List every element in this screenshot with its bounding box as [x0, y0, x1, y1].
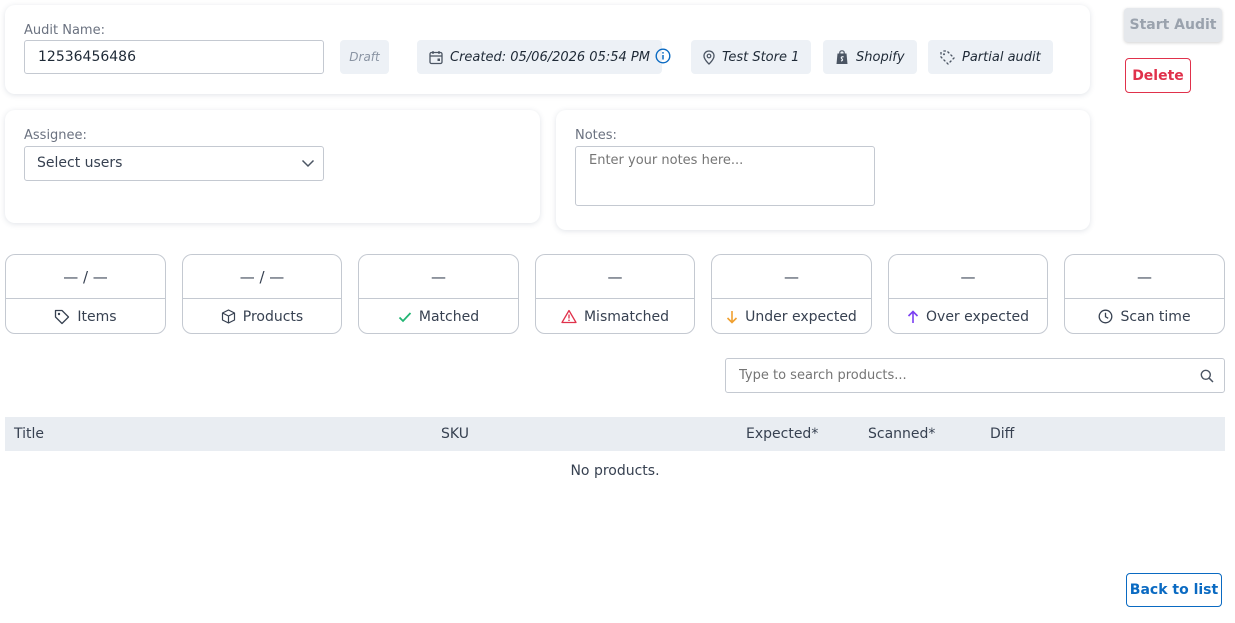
- check-icon: [398, 311, 412, 322]
- platform-text: Shopify: [856, 49, 905, 65]
- created-date-chip: Created: 05/06/2026 05:54 PM: [417, 40, 662, 74]
- stat-mismatched-label: Mismatched: [583, 308, 670, 325]
- partial-tag-icon: [940, 49, 955, 65]
- arrow-down-icon: [727, 310, 738, 324]
- chevron-down-icon: [301, 159, 315, 168]
- assignee-select[interactable]: Select users: [24, 146, 324, 181]
- stat-items-label: Items: [77, 308, 117, 325]
- notes-card: Notes:: [556, 110, 1090, 230]
- stat-mismatched: — Mismatched: [535, 254, 695, 334]
- location-pin-icon: [703, 49, 715, 65]
- stat-products-value: — / —: [183, 255, 341, 299]
- arrow-up-icon: [907, 309, 919, 323]
- audit-name-label: Audit Name:: [24, 23, 105, 38]
- stat-matched-label: Matched: [418, 308, 480, 325]
- stat-mismatched-value: —: [536, 255, 694, 299]
- audit-type-text: Partial audit: [962, 49, 1041, 65]
- info-icon[interactable]: [655, 48, 671, 64]
- store-name-text: Test Store 1: [722, 49, 800, 65]
- column-header-title[interactable]: Title: [14, 417, 44, 451]
- stat-scan-time-value: —: [1065, 255, 1224, 299]
- stat-scan-time-label: Scan time: [1120, 308, 1191, 325]
- product-search-input[interactable]: [727, 360, 1187, 391]
- stat-under-expected-value: —: [712, 255, 871, 299]
- audit-name-input[interactable]: [24, 40, 324, 74]
- store-chip: Test Store 1: [691, 40, 812, 74]
- column-header-scanned[interactable]: Scanned*: [868, 417, 935, 451]
- empty-table-message: No products.: [570, 463, 660, 479]
- back-to-list-button[interactable]: Back to list: [1126, 573, 1222, 607]
- column-header-sku[interactable]: SKU: [441, 417, 469, 451]
- stat-items-value: — / —: [6, 255, 165, 299]
- tag-icon: [55, 309, 70, 324]
- created-date-text: Created: 05/06/2026 05:54 PM: [450, 49, 650, 65]
- platform-chip: Shopify: [823, 40, 917, 74]
- start-audit-button[interactable]: Start Audit: [1124, 8, 1222, 42]
- audit-header-card: Audit Name: Draft Created: 05/06/2026 05…: [5, 5, 1090, 94]
- status-badge: Draft: [340, 40, 389, 74]
- column-header-expected[interactable]: Expected*: [746, 417, 818, 451]
- stat-under-expected-label: Under expected: [745, 308, 857, 325]
- clock-icon: [1098, 309, 1113, 324]
- shopify-bag-icon: [836, 50, 848, 64]
- box-icon: [221, 309, 235, 324]
- stat-over-expected-label: Over expected: [926, 308, 1029, 325]
- stat-matched-value: —: [359, 255, 518, 299]
- assignee-label: Assignee:: [24, 128, 87, 143]
- stat-products-label: Products: [242, 308, 304, 325]
- delete-button[interactable]: Delete: [1125, 58, 1191, 93]
- stat-under-expected: — Under expected: [711, 254, 872, 334]
- assignee-select-value: Select users: [37, 155, 123, 171]
- calendar-icon: [429, 50, 443, 64]
- stat-items: — / — Items: [5, 254, 166, 334]
- notes-textarea[interactable]: [575, 146, 875, 206]
- stat-matched: — Matched: [358, 254, 519, 334]
- product-search-box: [725, 358, 1225, 393]
- audit-type-chip: Partial audit: [928, 40, 1053, 74]
- assignee-card: Assignee: Select users: [5, 110, 540, 223]
- stat-over-expected-value: —: [889, 255, 1047, 299]
- products-table: Title SKU Expected* Scanned* Diff No pro…: [5, 417, 1225, 497]
- table-header: Title SKU Expected* Scanned* Diff: [5, 417, 1225, 451]
- stat-products: — / — Products: [182, 254, 342, 334]
- notes-label: Notes:: [575, 128, 617, 143]
- stat-over-expected: — Over expected: [888, 254, 1048, 334]
- column-header-diff[interactable]: Diff: [990, 417, 1014, 451]
- stat-scan-time: — Scan time: [1064, 254, 1225, 334]
- search-icon[interactable]: [1200, 369, 1214, 383]
- warning-icon: [561, 309, 577, 324]
